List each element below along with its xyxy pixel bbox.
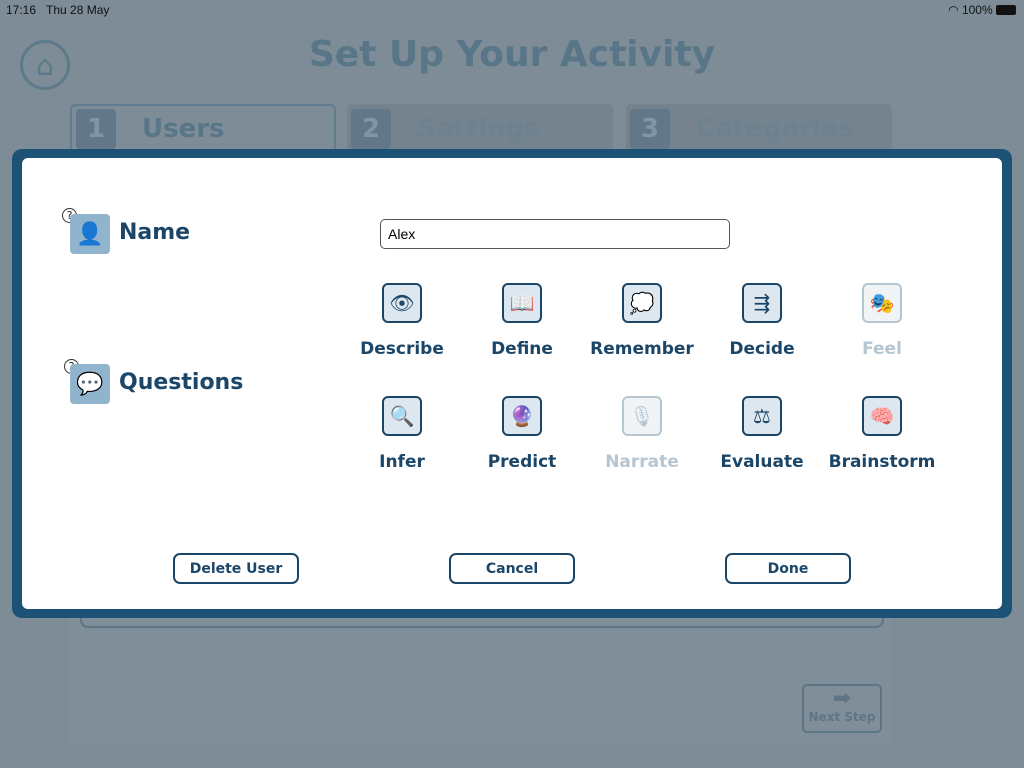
tab-label: Settings — [417, 114, 540, 144]
battery-icon — [996, 5, 1016, 15]
speech-bubble-icon: 💬 — [70, 364, 110, 404]
question-type-evaluate[interactable]: ⚖ Evaluate — [702, 396, 822, 472]
question-label: Define — [491, 339, 553, 359]
status-battery: ︎◠ 100% — [948, 3, 1016, 17]
question-label: Decide — [729, 339, 795, 359]
page-title: Set Up Your Activity — [308, 34, 716, 75]
question-type-infer[interactable]: 🔍 Infer — [342, 396, 462, 472]
tab-label: Users — [142, 114, 225, 144]
question-type-describe[interactable]: 👁 Describe — [342, 283, 462, 359]
question-label: Brainstorm — [828, 452, 936, 472]
question-label: Remember — [590, 339, 694, 359]
question-type-brainstorm[interactable]: 🧠 Brainstorm — [822, 396, 942, 472]
book-icon: 📖 — [502, 283, 542, 323]
magnifier-icon: 🔍 — [382, 396, 422, 436]
microphone-icon: 🎙 — [622, 396, 662, 436]
question-type-decide[interactable]: ⇶ Decide — [702, 283, 822, 359]
question-type-remember[interactable]: 💭 Remember — [582, 283, 702, 359]
name-label: Name — [119, 220, 191, 245]
tab-label: Categories — [696, 114, 855, 144]
theatre-masks-icon: 🎭 — [862, 283, 902, 323]
tab-categories[interactable]: 3 Categories — [626, 104, 892, 154]
scales-icon: ⚖ — [742, 396, 782, 436]
questions-label: Questions — [119, 370, 244, 395]
question-label: Feel — [862, 339, 902, 359]
next-step-label: Next Step — [808, 710, 876, 724]
tab-number: 3 — [630, 109, 670, 149]
next-step-button[interactable]: ➡ Next Step — [802, 684, 882, 733]
name-input[interactable] — [380, 219, 730, 249]
tab-users[interactable]: 1 Users — [70, 104, 336, 154]
question-type-narrate[interactable]: 🎙 Narrate — [582, 396, 702, 472]
delete-user-button[interactable]: Delete User — [173, 553, 299, 584]
thought-bubble-icon: 💭 — [622, 283, 662, 323]
question-type-feel[interactable]: 🎭 Feel — [822, 283, 942, 359]
status-time: 17:16 Thu 28 May — [6, 3, 109, 17]
cancel-button[interactable]: Cancel — [449, 553, 575, 584]
date: Thu 28 May — [46, 3, 110, 17]
user-icon: 👤 — [70, 214, 110, 254]
question-label: Describe — [360, 339, 444, 359]
brain-icon: 🧠 — [862, 396, 902, 436]
question-type-define[interactable]: 📖 Define — [462, 283, 582, 359]
tab-number: 1 — [76, 109, 116, 149]
question-label: Evaluate — [720, 452, 804, 472]
question-label: Infer — [379, 452, 425, 472]
question-label: Narrate — [605, 452, 679, 472]
battery-text: 100% — [961, 3, 993, 17]
question-label: Predict — [487, 452, 557, 472]
decision-arrows-icon: ⇶ — [742, 283, 782, 323]
wifi-icon: ︎◠ — [948, 3, 959, 17]
tab-number: 2 — [351, 109, 391, 149]
tab-settings[interactable]: 2 Settings — [347, 104, 613, 154]
crystal-ball-icon: 🔮 — [502, 396, 542, 436]
done-button[interactable]: Done — [725, 553, 851, 584]
arrow-right-icon: ➡ — [832, 686, 852, 711]
question-type-predict[interactable]: 🔮 Predict — [462, 396, 582, 472]
eye-icon: 👁 — [382, 283, 422, 323]
time: 17:16 — [6, 3, 37, 17]
edit-user-dialog: ? 👤 Name ? 💬 Questions 👁Describe📖Define💭… — [12, 149, 1012, 618]
